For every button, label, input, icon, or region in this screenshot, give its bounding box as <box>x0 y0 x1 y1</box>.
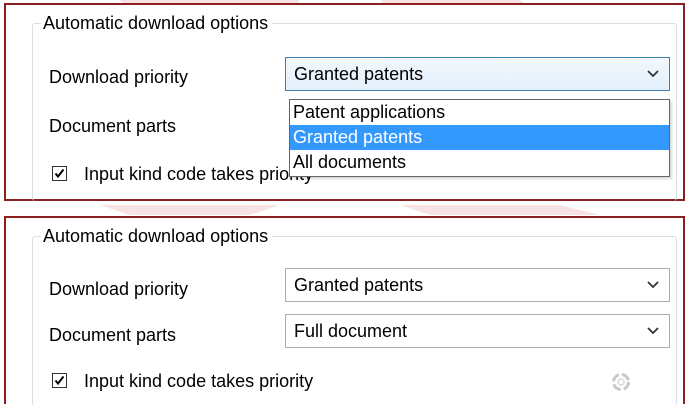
dropdown-option[interactable]: Patent applications <box>290 100 669 125</box>
dropdown-option[interactable]: All documents <box>290 150 669 175</box>
download-priority-label: Download priority <box>49 67 189 87</box>
kind-code-priority-label: Input kind code takes priority <box>84 164 314 184</box>
options-panel: Automatic download options Download prio… <box>4 216 685 406</box>
kind-code-priority-label: Input kind code takes priority <box>84 371 314 391</box>
chevron-down-icon[interactable] <box>647 326 659 336</box>
combo-value: Full document <box>294 321 408 341</box>
checkmark-icon <box>54 168 65 179</box>
document-parts-combobox[interactable]: Full document <box>285 314 670 348</box>
group-title: Automatic download options <box>41 12 273 34</box>
loading-ring-icon <box>612 373 630 391</box>
download-priority-dropdown-list: Patent applications Granted patents All do… <box>289 99 670 177</box>
chevron-down-icon[interactable] <box>647 280 659 290</box>
checkmark-icon <box>54 375 65 386</box>
download-priority-combobox[interactable]: Granted patents <box>285 57 670 91</box>
chevron-down-icon[interactable] <box>647 69 659 79</box>
group-title: Automatic download options <box>41 225 273 247</box>
document-parts-label: Document parts <box>49 325 177 345</box>
download-priority-combobox[interactable]: Granted patents <box>285 268 670 302</box>
kind-code-priority-checkbox[interactable] <box>52 373 67 388</box>
options-panel-expanded: Automatic download options Download prio… <box>4 3 685 201</box>
dropdown-option[interactable]: Granted patents <box>290 125 669 150</box>
document-parts-label: Document parts <box>49 116 177 136</box>
download-priority-label: Download priority <box>49 279 189 299</box>
kind-code-priority-checkbox[interactable] <box>52 166 67 181</box>
combo-value: Granted patents <box>294 275 424 295</box>
combo-value: Granted patents <box>294 64 424 84</box>
